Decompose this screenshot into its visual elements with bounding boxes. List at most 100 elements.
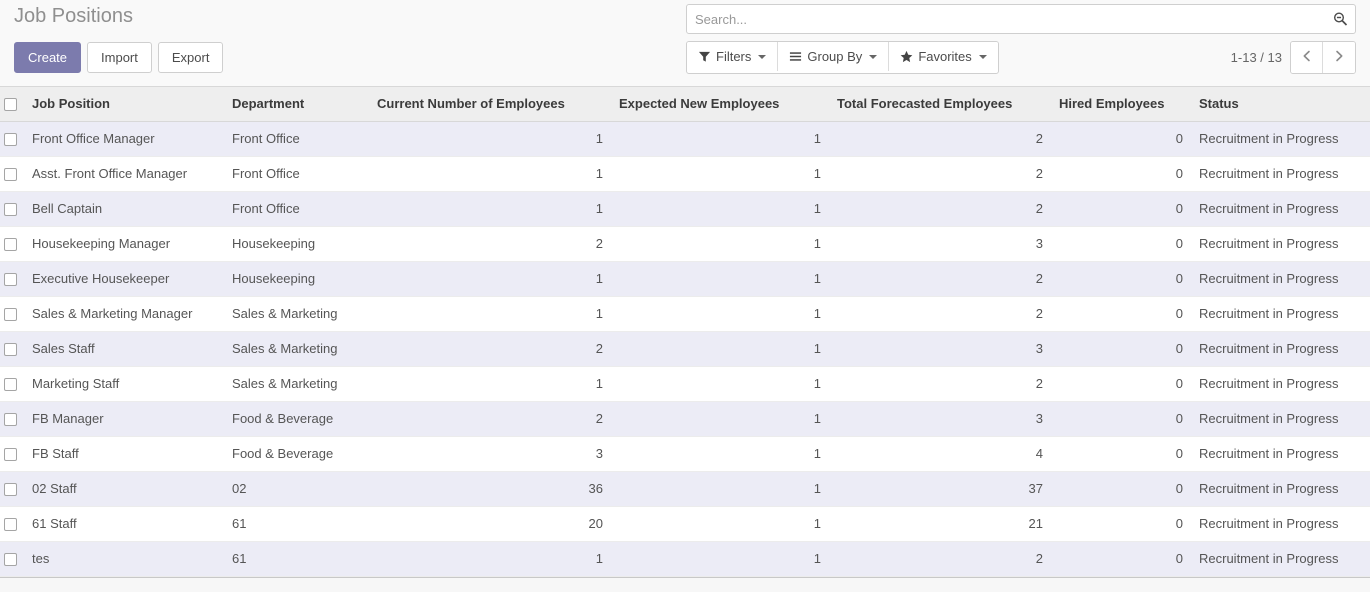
favorites-label: Favorites — [918, 49, 972, 64]
row-checkbox[interactable] — [4, 518, 17, 532]
column-header-expected-new[interactable]: Expected New Employees — [611, 87, 829, 122]
cell-current-employees: 1 — [369, 156, 611, 192]
row-checkbox[interactable] — [4, 168, 17, 182]
cell-expected-new: 1 — [611, 471, 829, 507]
cell-current-employees: 2 — [369, 401, 611, 437]
cell-expected-new: 1 — [611, 541, 829, 577]
filter-button-group: Filters Group By Favorites — [686, 41, 999, 74]
row-select-cell — [0, 296, 24, 332]
row-checkbox[interactable] — [4, 448, 17, 462]
row-checkbox[interactable] — [4, 308, 17, 322]
cell-department: Front Office — [224, 121, 369, 157]
table-row[interactable]: Housekeeping Manager Housekeeping 2 1 3 0 Recr… — [0, 226, 1370, 262]
row-select-cell — [0, 366, 24, 402]
cell-current-employees: 2 — [369, 331, 611, 367]
table-row[interactable]: Marketing Staff Sales & Marketing 1 1 2 0 Recr… — [0, 366, 1370, 402]
table-row[interactable]: 61 Staff 61 20 1 21 0 Recruitment in Progress — [0, 506, 1370, 542]
table-header: Job Position Department Current Number o… — [0, 87, 1370, 122]
cell-department: Sales & Marketing — [224, 296, 369, 332]
table-row[interactable]: 02 Staff 02 36 1 37 0 Recruitment in Progress — [0, 471, 1370, 507]
cell-current-employees: 20 — [369, 506, 611, 542]
cell-hired-employees: 0 — [1051, 226, 1191, 262]
chevron-down-icon — [758, 54, 767, 59]
row-checkbox[interactable] — [4, 238, 17, 252]
cell-hired-employees: 0 — [1051, 506, 1191, 542]
table-row[interactable]: Sales & Marketing Manager Sales & Marketi… — [0, 296, 1370, 332]
cell-department: Housekeeping — [224, 226, 369, 262]
search-input[interactable] — [687, 6, 1355, 32]
table-row[interactable]: tes 61 1 1 2 0 Recruitment in Progress — [0, 541, 1370, 577]
row-select-cell — [0, 506, 24, 542]
action-button-row: Create Import Export — [14, 42, 229, 73]
cell-total-forecasted: 37 — [829, 471, 1051, 507]
row-checkbox[interactable] — [4, 413, 17, 427]
next-page-button[interactable] — [1323, 42, 1355, 73]
table-row[interactable]: FB Staff Food & Beverage 3 1 4 0 Recruitment i… — [0, 436, 1370, 472]
row-checkbox[interactable] — [4, 378, 17, 392]
cell-job-position: Marketing Staff — [24, 366, 224, 402]
table-row[interactable]: Asst. Front Office Manager Front Office 1 1… — [0, 156, 1370, 192]
row-checkbox[interactable] — [4, 203, 17, 217]
list-view: Job Position Department Current Number o… — [0, 87, 1370, 596]
row-checkbox[interactable] — [4, 553, 17, 567]
funnel-icon — [698, 50, 711, 63]
export-button[interactable]: Export — [157, 42, 224, 73]
select-all-header — [0, 87, 24, 122]
table-row[interactable]: Sales Staff Sales & Marketing 2 1 3 0 Recruitm… — [0, 331, 1370, 367]
select-all-checkbox[interactable] — [4, 98, 17, 112]
row-checkbox[interactable] — [4, 343, 17, 357]
table-row[interactable]: Front Office Manager Front Office 1 1 2 0 Recr… — [0, 121, 1370, 157]
column-header-total-forecasted[interactable]: Total Forecasted Employees — [829, 87, 1051, 122]
favorites-dropdown-button[interactable]: Favorites — [889, 42, 998, 71]
cell-status: Recruitment in Progress — [1191, 471, 1370, 507]
cell-hired-employees: 0 — [1051, 191, 1191, 227]
cell-department: Food & Beverage — [224, 436, 369, 472]
cell-status: Recruitment in Progress — [1191, 506, 1370, 542]
cell-expected-new: 1 — [611, 121, 829, 157]
group-by-dropdown-button[interactable]: Group By — [778, 42, 890, 71]
star-icon — [900, 50, 913, 63]
row-checkbox[interactable] — [4, 483, 17, 497]
column-header-status[interactable]: Status — [1191, 87, 1370, 122]
create-button[interactable]: Create — [14, 42, 82, 73]
column-header-department[interactable]: Department — [224, 87, 369, 122]
column-header-current-employees[interactable]: Current Number of Employees — [369, 87, 611, 122]
table-footer — [0, 576, 1370, 592]
cell-status: Recruitment in Progress — [1191, 156, 1370, 192]
cell-total-forecasted: 4 — [829, 436, 1051, 472]
cell-job-position: Executive Housekeeper — [24, 261, 224, 297]
column-header-job-position[interactable]: Job Position — [24, 87, 224, 122]
filters-dropdown-button[interactable]: Filters — [687, 42, 779, 71]
previous-page-button[interactable] — [1291, 42, 1323, 73]
filter-bar: Filters Group By Favorites 1-13 / 13 — [686, 41, 1356, 74]
table-row[interactable]: Executive Housekeeper Housekeeping 1 1 2 0 Rec… — [0, 261, 1370, 297]
cell-department: Front Office — [224, 191, 369, 227]
search-area — [686, 4, 1356, 34]
cell-job-position: 02 Staff — [24, 471, 224, 507]
row-checkbox[interactable] — [4, 133, 17, 147]
cell-status: Recruitment in Progress — [1191, 121, 1370, 157]
chevron-down-icon — [978, 54, 987, 59]
cell-expected-new: 1 — [611, 331, 829, 367]
job-positions-table: Job Position Department Current Number o… — [0, 87, 1370, 577]
cell-job-position: 61 Staff — [24, 506, 224, 542]
cell-hired-employees: 0 — [1051, 366, 1191, 402]
table-row[interactable]: FB Manager Food & Beverage 2 1 3 0 Recruitment… — [0, 401, 1370, 437]
column-header-hired-employees[interactable]: Hired Employees — [1051, 87, 1191, 122]
magnifier-minus-icon[interactable] — [1333, 12, 1348, 27]
import-button[interactable]: Import — [87, 42, 152, 73]
row-select-cell — [0, 226, 24, 262]
row-checkbox[interactable] — [4, 273, 17, 287]
cell-hired-employees: 0 — [1051, 471, 1191, 507]
control-panel: Job Positions Create Import Export Searc… — [0, 0, 1370, 87]
search-box[interactable] — [686, 4, 1356, 34]
row-select-cell — [0, 436, 24, 472]
cell-status: Recruitment in Progress — [1191, 226, 1370, 262]
cell-department: 61 — [224, 506, 369, 542]
cell-current-employees: 3 — [369, 436, 611, 472]
cell-job-position: Asst. Front Office Manager — [24, 156, 224, 192]
row-select-cell — [0, 331, 24, 367]
chevron-down-icon — [869, 54, 878, 59]
breadcrumb: Job Positions — [14, 2, 133, 30]
table-row[interactable]: Bell Captain Front Office 1 1 2 0 Recruitment … — [0, 191, 1370, 227]
